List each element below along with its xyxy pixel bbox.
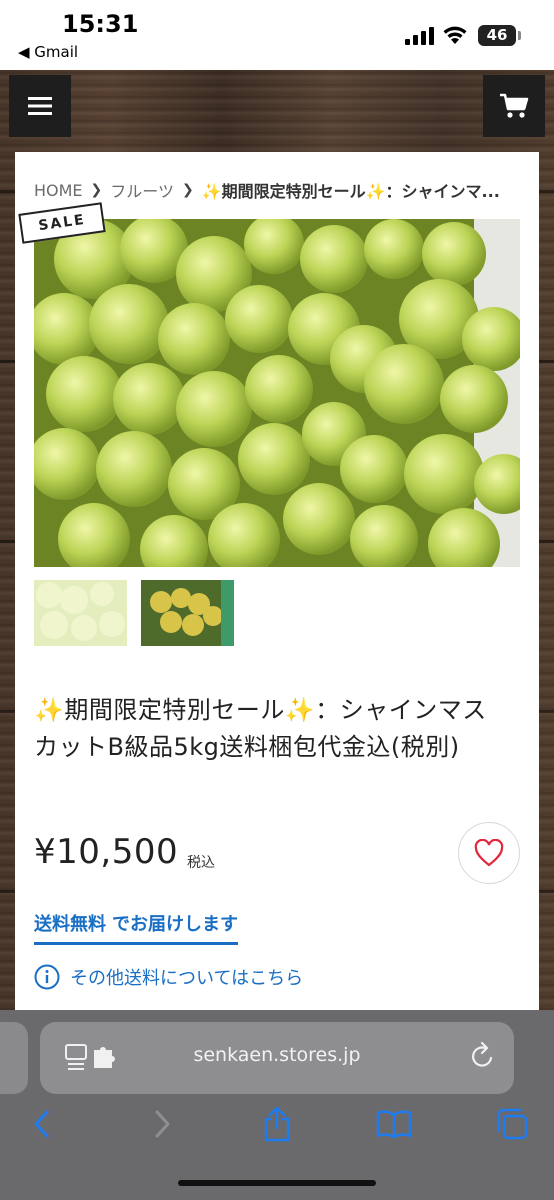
back-button[interactable] (20, 1102, 64, 1146)
shipping-info-link[interactable]: その他送料についてはこちら (34, 964, 303, 990)
thumbnail-1[interactable] (34, 580, 127, 646)
status-bar: 15:31 ◀ Gmail 46 (0, 0, 554, 70)
tabs-icon (497, 1108, 528, 1140)
cellular-signal-icon (405, 27, 435, 45)
product-main-image[interactable] (34, 219, 520, 567)
battery-cap (518, 31, 521, 40)
breadcrumb-home[interactable]: HOME (34, 181, 83, 200)
breadcrumb-category[interactable]: フルーツ (110, 178, 174, 202)
book-icon (376, 1110, 412, 1139)
share-icon (264, 1106, 290, 1142)
wifi-icon (443, 26, 467, 44)
product-price: ¥10,500 (34, 832, 179, 872)
forward-button[interactable] (140, 1102, 184, 1146)
bookmarks-button[interactable] (372, 1102, 416, 1146)
shopping-cart-icon (500, 93, 529, 118)
tabs-button[interactable] (490, 1102, 534, 1146)
thumbnail-strip (34, 580, 234, 646)
heart-icon (474, 839, 504, 867)
battery-indicator: 46 (478, 25, 516, 46)
chevron-right-icon: ❯ (90, 182, 103, 198)
favorite-button[interactable] (458, 822, 520, 884)
chevron-left-icon (34, 1110, 49, 1138)
browser-toolbar (0, 1102, 554, 1162)
address-bar[interactable]: senkaen.stores.jp (40, 1022, 514, 1094)
thumbnail-1-image (36, 582, 125, 641)
clock: 15:31 (62, 10, 139, 38)
url-text: senkaen.stores.jp (193, 1044, 361, 1066)
cart-button[interactable] (483, 75, 545, 137)
info-icon (34, 964, 60, 990)
share-button[interactable] (255, 1102, 299, 1146)
grapes-photo (34, 219, 520, 567)
reload-icon[interactable] (470, 1042, 496, 1070)
menu-button[interactable] (9, 75, 71, 137)
product-card: HOME ❯ フルーツ ❯ ✨期間限定特別セール✨：シャインマ... SALE (15, 152, 539, 1022)
breadcrumb: HOME ❯ フルーツ ❯ ✨期間限定特別セール✨：シャインマ... (34, 178, 534, 202)
home-indicator (178, 1180, 376, 1186)
chevron-right-icon: ❯ (181, 182, 194, 198)
browser-bottom-bar: senkaen.stores.jp (0, 1010, 554, 1200)
tax-label: 税込 (187, 855, 215, 871)
chevron-right-icon (155, 1110, 170, 1138)
free-shipping-banner: 送料無料 でお届けします (34, 910, 238, 945)
thumbnail-2[interactable] (141, 580, 234, 646)
free-shipping-rest: でお届けします (112, 914, 238, 935)
hamburger-menu-icon (28, 97, 52, 115)
breadcrumb-current: ✨期間限定特別セール✨：シャインマ... (201, 182, 500, 201)
shipping-info-text: その他送料についてはこちら (70, 968, 304, 989)
product-title: ✨期間限定特別セール✨：シャインマスカットB級品5kg送料梱包代金込(税別) (34, 696, 487, 761)
back-to-gmail-link[interactable]: ◀ Gmail (18, 43, 78, 61)
free-shipping-bold: 送料無料 (34, 914, 106, 935)
thumbnail-2-image (141, 580, 234, 646)
previous-tab-peek[interactable] (0, 1022, 28, 1094)
